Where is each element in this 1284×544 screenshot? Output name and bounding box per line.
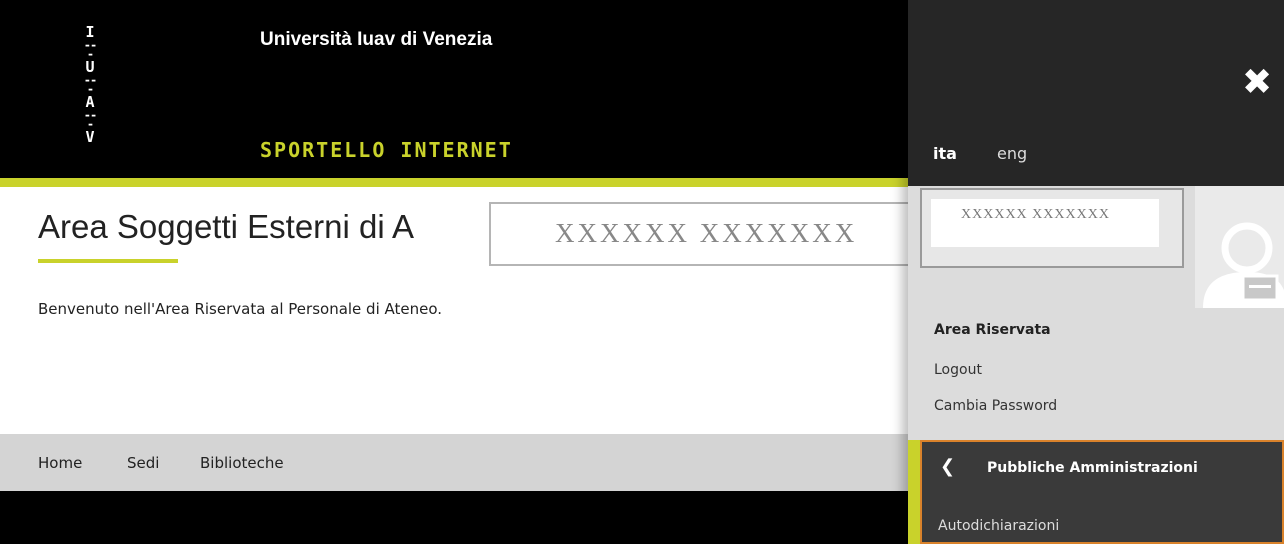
logo-separator: --- [83, 108, 97, 131]
redacted-name: XXXXXX XXXXXXX [555, 218, 858, 248]
logo-separator: --- [83, 73, 97, 96]
submenu-accent [908, 440, 920, 544]
nav-biblioteche[interactable]: Biblioteche [200, 454, 284, 472]
iuav-logo[interactable]: I --- U --- A --- V [82, 24, 98, 146]
title-underline [38, 259, 178, 263]
avatar[interactable] [1195, 186, 1284, 308]
university-name[interactable]: Università Iuav di Venezia [260, 29, 492, 51]
logo-separator: --- [83, 38, 97, 61]
change-password-link[interactable]: Cambia Password [934, 398, 1057, 414]
header-accent-bar [0, 178, 908, 187]
lang-ita[interactable]: ita [933, 144, 957, 163]
user-name-field: XXXXXX XXXXXXX [931, 199, 1159, 247]
welcome-text: Benvenuto nell'Area Riservata al Persona… [38, 300, 443, 318]
user-avatar-icon [1203, 222, 1284, 308]
redacted-name-box: XXXXXX XXXXXXX [489, 202, 917, 266]
page-title: Area Soggetti Esterni di A [38, 208, 415, 245]
footer-bar [0, 491, 908, 544]
user-name-box: XXXXXX XXXXXXX [920, 188, 1184, 268]
nav-home[interactable]: Home [38, 454, 82, 472]
site-header: I --- U --- A --- V Università Iuav di V… [0, 0, 908, 178]
close-icon[interactable]: ✖ [1242, 62, 1272, 103]
menu-item-autodichiarazioni[interactable]: Autodichiarazioni [938, 518, 1059, 534]
section-title-area-riservata: Area Riservata [934, 322, 1051, 338]
submenu-pubbliche-amministrazioni: ❮ Pubbliche Amministrazioni Autodichiara… [920, 440, 1284, 544]
logout-link[interactable]: Logout [934, 362, 982, 378]
logo-letter-v: V [85, 128, 95, 146]
lang-eng[interactable]: eng [997, 144, 1027, 163]
side-menu: ✖ ita eng XXXXXX XXXXXXX Area Riservata … [908, 0, 1284, 544]
site-subtitle: SPORTELLO INTERNET [260, 138, 513, 162]
chevron-left-icon[interactable]: ❮ [940, 456, 955, 477]
user-name: XXXXXX XXXXXXX [961, 207, 1110, 222]
submenu-title[interactable]: Pubbliche Amministrazioni [987, 460, 1198, 476]
side-menu-header: ✖ ita eng [908, 0, 1284, 186]
nav-sedi[interactable]: Sedi [127, 454, 159, 472]
